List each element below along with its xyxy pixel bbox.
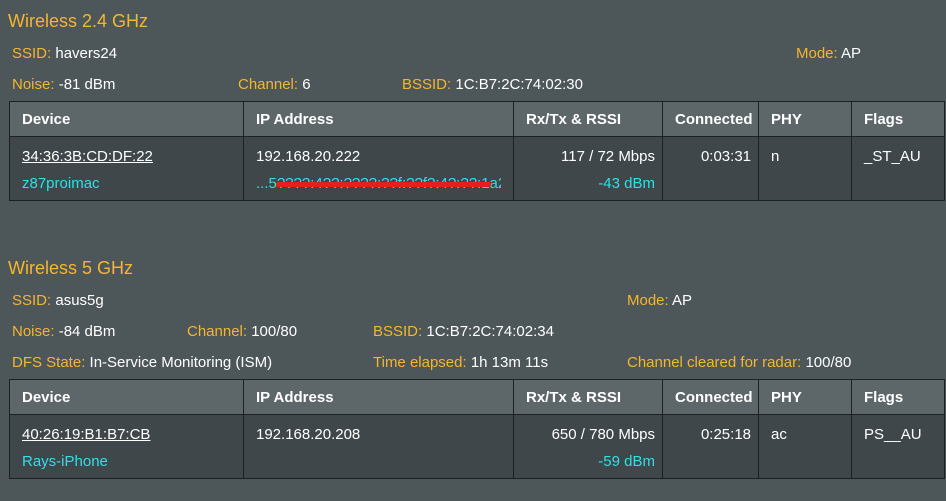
- header-phy: PHY: [771, 111, 802, 128]
- bssid-label: BSSID:: [373, 323, 423, 340]
- table-header: Device IP Address Rx/Tx & RSSI Connected…: [10, 102, 944, 137]
- ipv6-address: ...5????:4??:????:??f:??f?:4?:??:1a2: [256, 175, 501, 192]
- clients-table-24ghz: Device IP Address Rx/Tx & RSSI Connected…: [9, 101, 945, 201]
- noise-value: -81 dBm: [58, 76, 116, 93]
- header-device: Device: [22, 389, 71, 406]
- header-device: Device: [22, 111, 71, 128]
- header-rxtx-rssi: Rx/Tx & RSSI: [526, 111, 622, 128]
- bssid-value: 1C:B7:2C:74:02:30: [455, 76, 583, 93]
- channel-label: Channel:: [238, 76, 299, 93]
- mode-value: AP: [841, 45, 862, 62]
- header-ip-address: IP Address: [256, 111, 334, 128]
- channel-24ghz: Channel: 6: [238, 76, 311, 93]
- header-ip-address: IP Address: [256, 389, 334, 406]
- channel-label: Channel:: [187, 323, 248, 340]
- table-row: 40:26:19:B1:B7:CB Rays-iPhone 192.168.20…: [10, 415, 944, 478]
- elapsed-value: 1h 13m 11s: [470, 354, 549, 371]
- device-mac-link[interactable]: 34:36:3B:CD:DF:22: [22, 148, 153, 165]
- channel-5ghz: Channel: 100/80: [187, 323, 297, 340]
- ssid-24ghz: SSID: havers24: [12, 45, 117, 62]
- cleared-value: 100/80: [805, 354, 852, 371]
- ssid-label: SSID:: [12, 45, 52, 62]
- dfs-state: DFS State: In-Service Monitoring (ISM): [12, 354, 272, 371]
- ip-address: 192.168.20.208: [256, 426, 361, 443]
- bssid-24ghz: BSSID: 1C:B7:2C:74:02:30: [402, 76, 583, 93]
- mode-label: Mode:: [796, 45, 838, 62]
- time-elapsed: Time elapsed: 1h 13m 11s: [373, 354, 548, 371]
- mode-label: Mode:: [627, 292, 669, 309]
- device-name: z87proimac: [22, 175, 100, 192]
- header-flags: Flags: [864, 111, 904, 128]
- rssi-value: -59 dBm: [598, 453, 655, 470]
- noise-label: Noise:: [12, 76, 55, 93]
- ssid-value: havers24: [55, 45, 118, 62]
- header-connected: Connected: [675, 111, 753, 128]
- device-name: Rays-iPhone: [22, 453, 108, 470]
- noise-value: -84 dBm: [58, 323, 116, 340]
- rx-tx-rate: 117 / 72 Mbps: [561, 148, 655, 165]
- ssid-5ghz: SSID: asus5g: [12, 292, 104, 309]
- channel-value: 100/80: [251, 323, 298, 340]
- bssid-label: BSSID:: [402, 76, 452, 93]
- mode-value: AP: [672, 292, 693, 309]
- clients-table-5ghz: Device IP Address Rx/Tx & RSSI Connected…: [9, 379, 945, 479]
- ip-address: 192.168.20.222: [256, 148, 361, 165]
- ssid-value: asus5g: [55, 292, 104, 309]
- device-mac-link[interactable]: 40:26:19:B1:B7:CB: [22, 426, 150, 443]
- elapsed-label: Time elapsed:: [373, 354, 467, 371]
- flags-value: PS__AU: [864, 426, 922, 443]
- header-phy: PHY: [771, 389, 802, 406]
- phy-mode: n: [771, 148, 780, 165]
- connected-time: 0:03:31: [700, 148, 751, 165]
- channel-cleared: Channel cleared for radar: 100/80: [627, 354, 851, 371]
- header-connected: Connected: [675, 389, 753, 406]
- phy-mode: ac: [771, 426, 787, 443]
- section-title-24ghz: Wireless 2.4 GHz: [8, 11, 149, 31]
- rx-tx-rate: 650 / 780 Mbps: [551, 426, 655, 443]
- connected-time: 0:25:18: [700, 426, 751, 443]
- ssid-label: SSID:: [12, 292, 52, 309]
- rssi-value: -43 dBm: [598, 175, 655, 192]
- bssid-5ghz: BSSID: 1C:B7:2C:74:02:34: [373, 323, 554, 340]
- section-title-5ghz: Wireless 5 GHz: [8, 258, 134, 278]
- dfs-value: In-Service Monitoring (ISM): [89, 354, 273, 371]
- bssid-value: 1C:B7:2C:74:02:34: [426, 323, 554, 340]
- table-header: Device IP Address Rx/Tx & RSSI Connected…: [10, 380, 944, 415]
- noise-label: Noise:: [12, 323, 55, 340]
- redaction-mark: [276, 182, 491, 187]
- header-flags: Flags: [864, 389, 904, 406]
- noise-5ghz: Noise: -84 dBm: [12, 323, 115, 340]
- mode-24ghz: Mode: AP: [796, 45, 861, 62]
- channel-value: 6: [302, 76, 311, 93]
- table-row: 34:36:3B:CD:DF:22 z87proimac 192.168.20.…: [10, 137, 944, 200]
- dfs-label: DFS State:: [12, 354, 86, 371]
- noise-24ghz: Noise: -81 dBm: [12, 76, 115, 93]
- header-rxtx-rssi: Rx/Tx & RSSI: [526, 389, 622, 406]
- flags-value: _ST_AU: [864, 148, 921, 165]
- cleared-label: Channel cleared for radar:: [627, 354, 802, 371]
- mode-5ghz: Mode: AP: [627, 292, 692, 309]
